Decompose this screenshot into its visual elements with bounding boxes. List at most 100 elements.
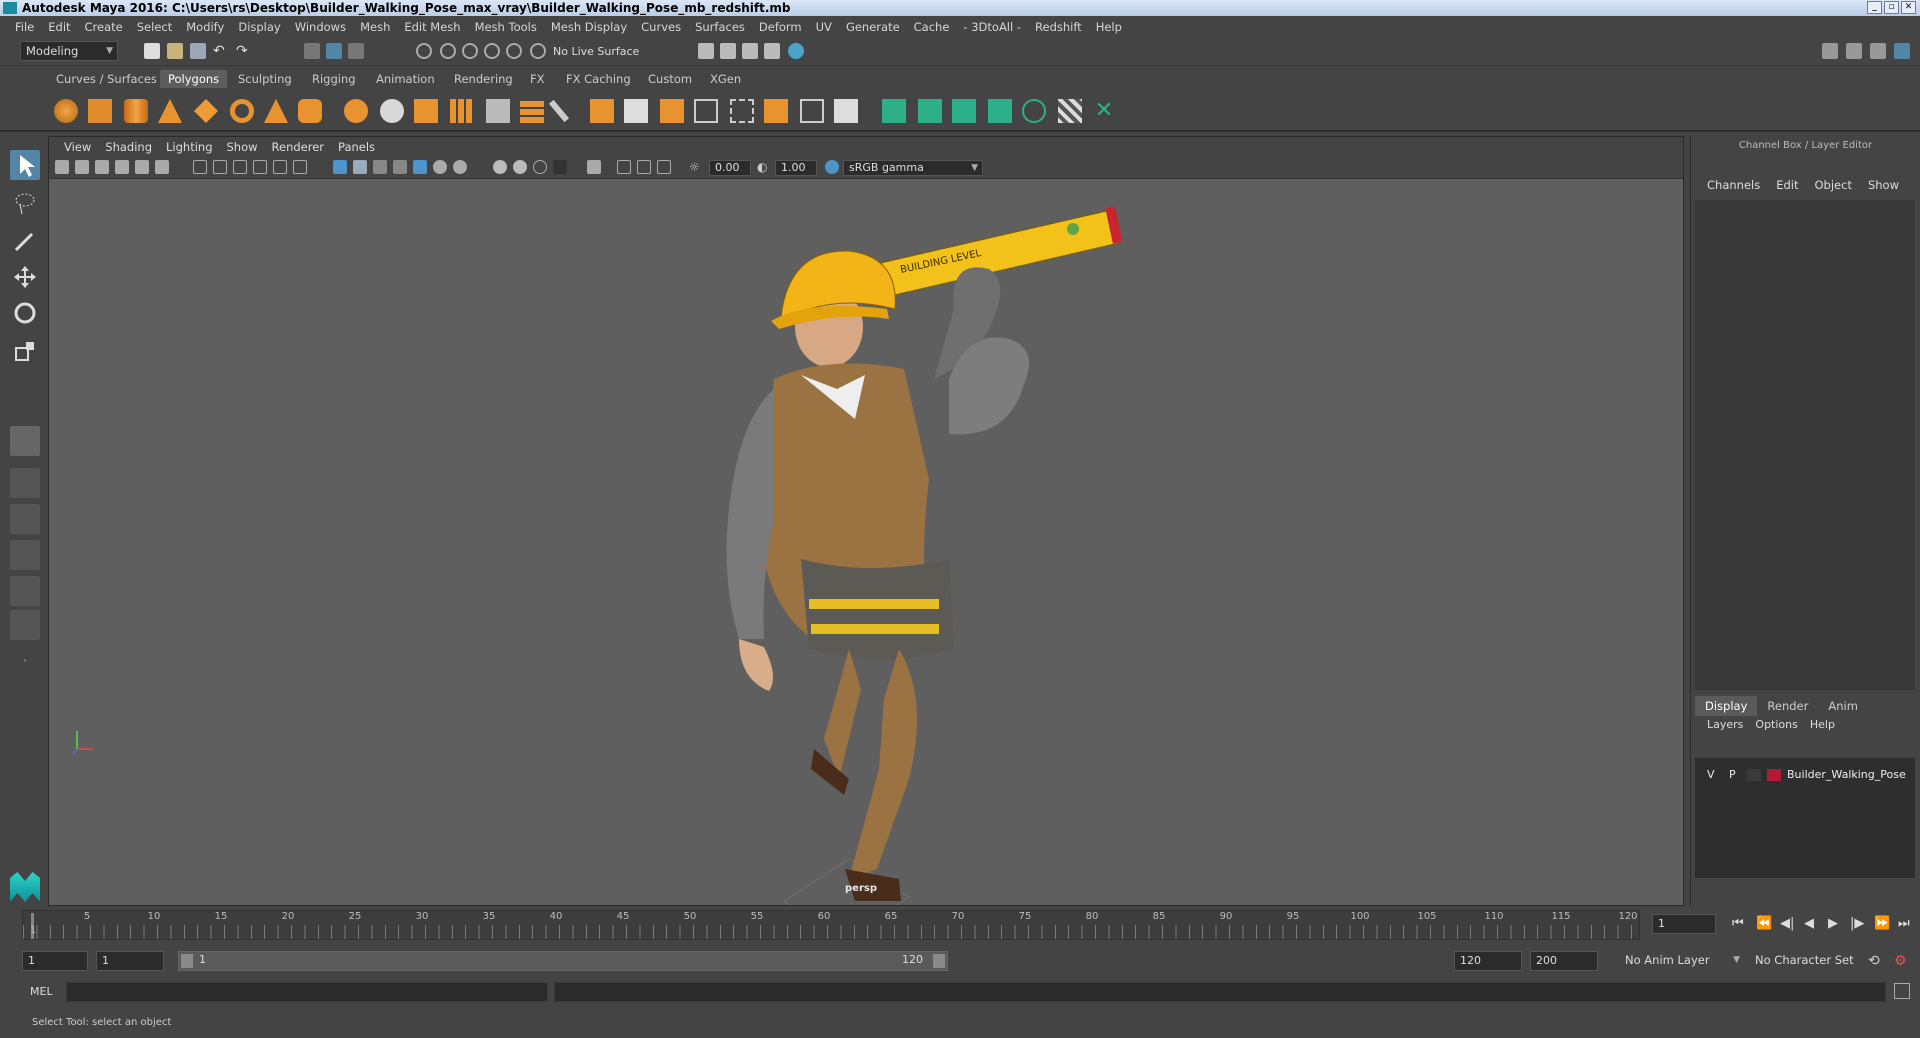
layer-tab-display[interactable]: Display [1695,696,1758,716]
menu-select[interactable]: Select [130,20,179,34]
ipr-render-icon[interactable] [742,43,758,59]
menu-display[interactable]: Display [231,20,287,34]
cb-menu-show[interactable]: Show [1860,178,1907,196]
menu-help[interactable]: Help [1089,20,1129,34]
auto-key-icon[interactable]: ⟲ [1868,953,1880,969]
poly-torus-icon[interactable] [230,99,254,123]
layer-type-toggle[interactable] [1747,769,1761,781]
insert-edge-loop-icon[interactable] [694,99,718,123]
layer-visibility-toggle[interactable]: V [1707,766,1715,784]
bevel-icon[interactable] [486,99,510,123]
separate-icon[interactable] [380,99,404,123]
select-tool-icon[interactable] [10,150,40,180]
step-back-frame-icon[interactable]: ◀︎| [1780,916,1794,931]
persp-graph-layout-icon[interactable] [10,540,40,570]
menu-windows[interactable]: Windows [288,20,353,34]
film-gate-icon[interactable] [213,160,227,174]
current-frame-field[interactable]: 1 [1652,914,1716,934]
four-view-layout-icon[interactable] [10,468,40,498]
isolate-select-icon[interactable] [587,160,601,174]
menu-deform[interactable]: Deform [752,20,809,34]
attribute-editor-icon[interactable] [1846,43,1862,59]
vp-menu-view[interactable]: View [57,140,98,154]
poly-cylinder-icon[interactable] [124,99,148,123]
select-by-component-icon[interactable] [348,43,364,59]
menu-mesh-tools[interactable]: Mesh Tools [468,20,544,34]
triangulate-icon[interactable] [800,99,824,123]
range-slider[interactable]: 1 120 [178,951,948,971]
character-set-dropdown[interactable]: No Character Set [1750,951,1866,971]
fill-hole-icon[interactable] [764,99,788,123]
hypershade-layout-icon[interactable] [10,576,40,606]
poly-sphere-icon[interactable] [54,99,78,123]
snap-surface-icon[interactable] [506,43,522,59]
motion-blur-icon[interactable] [513,160,527,174]
rotate-tool-icon[interactable] [10,298,40,328]
multi-cut-icon[interactable] [590,99,614,123]
layer-tab-render[interactable]: Render [1757,696,1818,716]
menu-curves[interactable]: Curves [634,20,688,34]
builder-character-render[interactable]: BUILDING LEVEL [49,179,1685,942]
anti-aliasing-icon[interactable] [533,160,547,174]
layer-menu-layers[interactable]: Layers [1701,718,1749,736]
poly-cone-icon[interactable] [158,99,182,123]
play-backward-icon[interactable]: ◀ [1804,916,1814,931]
poly-plane-icon[interactable] [194,99,218,123]
camera-icon[interactable] [55,160,69,174]
bridge-icon[interactable] [520,99,544,123]
menu-mesh[interactable]: Mesh [353,20,397,34]
grid-icon[interactable] [193,160,207,174]
undo-icon[interactable]: ↶ [213,43,229,59]
snap-point-icon[interactable] [462,43,478,59]
shadows-icon[interactable] [453,160,467,174]
vp-menu-renderer[interactable]: Renderer [265,140,332,154]
extract-icon[interactable] [414,99,438,123]
xray-joints-icon[interactable] [617,160,631,174]
backface-culling-icon[interactable] [657,160,671,174]
layer-playback-toggle[interactable]: P [1729,766,1736,784]
custom-layout-icon[interactable]: · [10,646,40,676]
shelf-tab-polygons[interactable]: Polygons [160,70,228,88]
combine-icon[interactable] [344,99,368,123]
step-forward-key-icon[interactable]: ⏩ [1874,916,1890,931]
layer-color-swatch[interactable] [1767,769,1781,781]
range-start-handle[interactable] [181,954,193,968]
shelf-tab-rendering[interactable]: Rendering [446,70,521,88]
animation-start-field[interactable]: 1 [22,951,88,971]
lasso-tool-icon[interactable] [10,188,40,218]
extrude-icon[interactable] [548,99,570,123]
spherical-uv-icon[interactable] [952,99,976,123]
offset-edge-loop-icon[interactable] [730,99,754,123]
tool-settings-icon[interactable] [1870,43,1886,59]
layer-menu-help[interactable]: Help [1804,718,1841,736]
smooth-shade-icon[interactable] [353,160,367,174]
save-scene-icon[interactable] [190,43,206,59]
field-chart-icon[interactable] [273,160,287,174]
menu-modify[interactable]: Modify [179,20,231,34]
menu-redshift[interactable]: Redshift [1028,20,1089,34]
range-end-handle[interactable] [933,954,945,968]
menu-uv[interactable]: UV [809,20,839,34]
new-scene-icon[interactable] [144,43,160,59]
camera-attributes-icon[interactable] [75,160,89,174]
preferences-icon[interactable]: ⚙ [1894,953,1907,969]
step-forward-frame-icon[interactable]: |▶︎ [1850,916,1864,931]
quadrangulate-icon[interactable] [834,99,858,123]
go-to-start-icon[interactable]: ⏮ [1732,916,1744,931]
go-to-end-icon[interactable]: ⏭ [1898,916,1910,931]
cut-uv-icon[interactable]: ✕ [1092,99,1116,123]
time-ruler[interactable]: 1 5 10 15 20 25 30 35 40 45 50 55 60 65 … [22,910,1640,940]
xray-icon[interactable] [393,160,407,174]
modeling-toolkit-icon[interactable] [1822,43,1838,59]
safe-action-icon[interactable] [293,160,307,174]
gate-mask-icon[interactable] [253,160,267,174]
smooth-icon[interactable] [450,99,474,123]
make-live-icon[interactable] [530,43,546,59]
shelf-tab-fx[interactable]: FX [522,70,553,88]
snap-curve-icon[interactable] [440,43,456,59]
menu-mesh-display[interactable]: Mesh Display [544,20,634,34]
step-back-key-icon[interactable]: ⏪ [1756,916,1772,931]
color-space-dropdown[interactable]: sRGB gamma ▼ [843,160,983,176]
live-surface-label[interactable]: No Live Surface [553,42,639,62]
snap-grid-icon[interactable] [416,43,432,59]
